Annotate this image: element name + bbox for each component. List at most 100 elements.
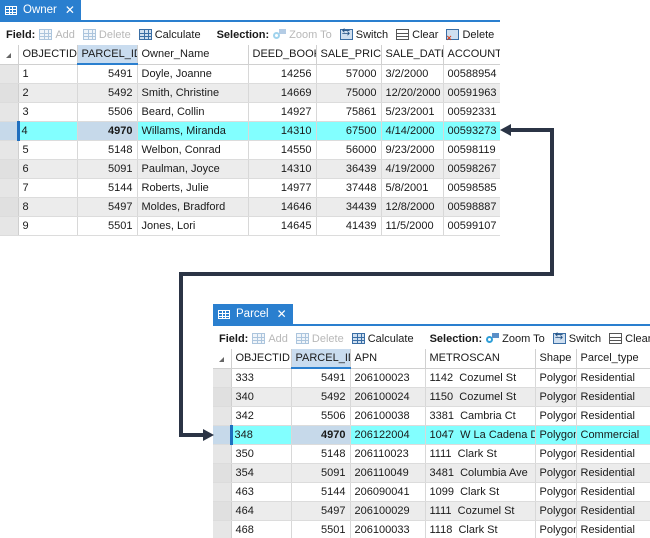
cell-objectid[interactable]: 2 [18,83,78,103]
cell-metroscan[interactable]: 3481 Columbia Ave [425,463,536,483]
cell-objectid[interactable]: 4 [16,121,78,141]
row-selector[interactable] [213,463,232,483]
row-selector[interactable] [213,368,232,388]
cell-deed-book[interactable]: 14310 [248,159,317,179]
row-selector[interactable] [213,444,232,464]
cell-deed-book[interactable]: 14669 [248,83,317,103]
cell-objectid[interactable]: 468 [231,520,292,538]
cell-parcel-id[interactable]: 5492 [77,83,138,103]
row-selector[interactable] [0,83,19,103]
switch-selection-button[interactable]: Switch [552,331,601,345]
table-row[interactable]: 7 5144 Roberts, Julie 14977 37448 5/8/2001 005… [0,178,500,198]
cell-parcel-id[interactable]: 5144 [291,482,351,502]
cell-objectid[interactable]: 333 [231,368,292,388]
cell-parcel-id[interactable]: 4970 [77,121,138,141]
table-row[interactable]: 8 5497 Moldes, Bradford 14646 34439 12/8/2000… [0,197,500,217]
cell-metroscan[interactable]: 1099 Clark St [425,482,536,502]
close-icon[interactable]: ✕ [277,308,287,320]
cell-shape[interactable]: Polygon [535,368,577,388]
table-row[interactable]: 342 5506 206100038 3381 Cambria Ct Polygon Re… [213,406,650,426]
column-header-objectid[interactable]: OBJECTID [18,45,78,65]
cell-shape[interactable]: Polygon [535,387,577,407]
cell-parcel-id[interactable]: 5492 [291,387,351,407]
cell-parcel-id[interactable]: 5506 [77,102,138,122]
cell-owner-name[interactable]: Doyle, Joanne [137,64,249,84]
row-selector[interactable] [0,159,19,179]
zoom-to-button[interactable]: Zoom To [486,332,545,345]
cell-sale-date[interactable]: 4/14/2000 [381,121,444,141]
cell-sale-price[interactable]: 75000 [316,83,382,103]
row-selector[interactable] [213,482,232,502]
cell-metroscan[interactable]: 1118 Clark St [425,520,536,538]
column-header-parcel-id[interactable]: PARCEL_ID [77,45,138,65]
row-selector[interactable] [213,425,232,445]
cell-parcel-type[interactable]: Residential [576,406,650,426]
cell-sale-price[interactable]: 36439 [316,159,382,179]
cell-objectid[interactable]: 342 [231,406,292,426]
table-row[interactable]: 333 5491 206100023 1142 Cozumel St Polygon Re… [213,368,650,388]
cell-deed-book[interactable]: 14645 [248,216,317,236]
cell-sale-price[interactable]: 75861 [316,102,382,122]
cell-sale-date[interactable]: 12/20/2000 [381,83,444,103]
cell-sale-price[interactable]: 41439 [316,216,382,236]
cell-parcel-id[interactable]: 5491 [77,64,138,84]
column-header-owner-name[interactable]: Owner_Name [137,45,249,65]
cell-objectid[interactable]: 1 [18,64,78,84]
column-header-deed-book[interactable]: DEED_BOOK [248,45,317,65]
row-selector[interactable] [0,121,19,141]
add-field-button[interactable]: Add [252,333,288,345]
cell-parcel-id[interactable]: 5091 [77,159,138,179]
zoom-to-button[interactable]: Zoom To [273,28,332,41]
cell-sale-price[interactable]: 34439 [316,197,382,217]
cell-apn[interactable]: 206090041 [350,482,426,502]
table-row[interactable]: 3 5506 Beard, Collin 14927 75861 5/23/2001 005… [0,102,500,122]
cell-metroscan[interactable]: 1111 Cozumel St [425,501,536,521]
table-row[interactable]: 6 5091 Paulman, Joyce 14310 36439 4/19/2000 00… [0,159,500,179]
cell-parcel-type[interactable]: Commercial [576,425,650,445]
select-all-corner[interactable] [213,349,232,369]
cell-parcel-id[interactable]: 5501 [77,216,138,236]
cell-deed-book[interactable]: 14927 [248,102,317,122]
row-selector[interactable] [0,64,19,84]
cell-parcel-type[interactable]: Residential [576,482,650,502]
clear-selection-button[interactable]: Clear [609,333,650,345]
row-selector[interactable] [0,140,19,160]
cell-objectid[interactable]: 340 [231,387,292,407]
cell-objectid[interactable]: 9 [18,216,78,236]
cell-apn[interactable]: 206110023 [350,444,426,464]
cell-objectid[interactable]: 463 [231,482,292,502]
column-header-sale-price[interactable]: SALE_PRICE [316,45,382,65]
cell-parcel-type[interactable]: Residential [576,368,650,388]
table-row[interactable]: 9 5501 Jones, Lori 14645 41439 11/5/2000 00599… [0,216,500,236]
cell-sale-date[interactable]: 11/5/2000 [381,216,444,236]
cell-owner-name[interactable]: Beard, Collin [137,102,249,122]
cell-apn[interactable]: 206100023 [350,368,426,388]
table-row[interactable]: 354 5091 206110049 3481 Columbia Ave Polygon… [213,463,650,483]
table-row[interactable]: 340 5492 206100024 1150 Cozumel St Polygon Re… [213,387,650,407]
cell-apn[interactable]: 206100029 [350,501,426,521]
cell-account[interactable]: 00588954 [443,64,500,84]
cell-parcel-type[interactable]: Residential [576,520,650,538]
cell-account[interactable]: 00598887 [443,197,500,217]
row-selector[interactable] [0,197,19,217]
row-selector[interactable] [0,216,19,236]
column-header-objectid[interactable]: OBJECTID [231,349,292,369]
cell-parcel-id[interactable]: 5148 [291,444,351,464]
row-selector[interactable] [213,406,232,426]
cell-apn[interactable]: 206110049 [350,463,426,483]
cell-deed-book[interactable]: 14977 [248,178,317,198]
close-icon[interactable]: ✕ [65,4,75,16]
owner-tab[interactable]: Owner ✕ [0,0,81,20]
table-row[interactable]: 463 5144 206090041 1099 Clark St Polygon Resi… [213,482,650,502]
cell-owner-name[interactable]: Welbon, Conrad [137,140,249,160]
cell-parcel-id[interactable]: 5491 [291,368,351,388]
clear-selection-button[interactable]: Clear [396,29,438,41]
cell-objectid[interactable]: 348 [229,425,292,445]
cell-account[interactable]: 00599107 [443,216,500,236]
cell-parcel-id[interactable]: 5506 [291,406,351,426]
cell-parcel-id[interactable]: 5148 [77,140,138,160]
cell-parcel-id[interactable]: 5501 [291,520,351,538]
row-selector[interactable] [213,501,232,521]
cell-sale-price[interactable]: 56000 [316,140,382,160]
cell-parcel-id[interactable]: 5091 [291,463,351,483]
